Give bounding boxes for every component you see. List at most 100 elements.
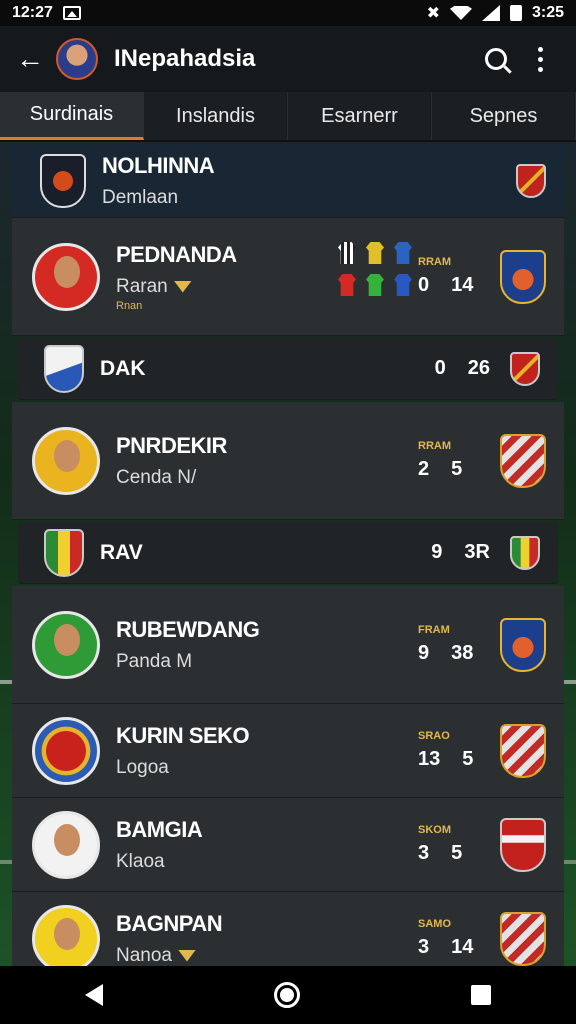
stat-label: RRAM [418, 440, 451, 452]
league-crest-icon [40, 153, 86, 208]
team-crest-icon [500, 249, 546, 304]
player-name: RUBEWDANG [116, 616, 260, 642]
player-sub: Panda M [116, 650, 193, 672]
player-name: PNRDEKIR [116, 432, 227, 458]
stat-value-2: 5 [451, 842, 463, 864]
stat-value-2: 26 [467, 357, 490, 379]
team-crest-icon [44, 344, 84, 393]
player-sub: Logoa [116, 756, 169, 778]
player-sub2: Rnan [116, 299, 143, 312]
player-name: BAMGIA [116, 816, 203, 842]
app-bar: ← INepahadsia [0, 26, 576, 92]
avatar [32, 810, 100, 879]
tab-surdinais[interactable]: Surdinais [0, 92, 144, 140]
more-vert-icon [537, 46, 543, 72]
status-bar: 12:27 ✖ 3:25 [0, 0, 576, 26]
team-crest-icon [500, 723, 546, 778]
search-button[interactable] [474, 37, 518, 81]
avatar [32, 242, 100, 311]
nav-recents-icon[interactable] [470, 985, 491, 1005]
kit-green-icon [366, 274, 384, 296]
tab-bar: Surdinais Inslandis Esarnerr Sepnes [0, 92, 576, 142]
stat-value-2: 14 [451, 274, 474, 296]
team-crest-icon [44, 528, 84, 577]
stat-value-2: 5 [451, 458, 463, 480]
status-time: 12:27 [12, 4, 53, 21]
list-item[interactable]: BAMGIA Klaoa SKOM 35 [12, 798, 564, 892]
player-sub: Cenda N/ [116, 466, 197, 488]
kit-red-icon [338, 274, 356, 296]
stat-value-1: 0 [418, 274, 430, 296]
list-item[interactable]: RAV 9 3R [18, 522, 558, 584]
kit-yellow-icon [366, 242, 384, 264]
back-button[interactable]: ← [14, 43, 46, 75]
search-icon [485, 48, 507, 70]
battery-icon [509, 5, 522, 21]
rank-chevron-icon [178, 949, 196, 962]
list-item[interactable]: DAK 0 26 [18, 338, 558, 400]
tab-esarnerr[interactable]: Esarnerr [288, 92, 432, 140]
league-sub: Demlaan [102, 186, 179, 208]
avatar [32, 904, 100, 966]
kit-blue-icon [394, 274, 412, 296]
standings-list: NOLHINNA Demlaan PEDNANDA Raran Rnan RRA… [12, 144, 564, 966]
rank-chevron-icon [173, 280, 192, 293]
kits-group [338, 242, 414, 296]
kit-blue-icon [394, 242, 412, 264]
team-name: DAK [100, 356, 146, 380]
stat-value-2: 5 [462, 748, 474, 770]
team-crest-icon [500, 817, 546, 872]
list-item[interactable]: BAGNPAN Nanoa SAMO 3 14 [12, 892, 564, 966]
team-crest-icon [500, 433, 546, 488]
team-flag-icon [510, 535, 540, 570]
stat-label: SRAO [418, 730, 450, 742]
stat-label: RRAM [418, 256, 451, 268]
stat-label: FRAM [418, 624, 450, 636]
list-item[interactable]: RUBEWDANG Panda M FRAM 9 38 [12, 586, 564, 704]
stat-value-2: 3R [464, 541, 490, 563]
player-name: KURIN SEKO [116, 722, 250, 748]
league-name: NOLHINNA [102, 152, 215, 178]
stat-value-1: 9 [431, 541, 443, 563]
avatar [32, 426, 100, 495]
list-item[interactable]: PEDNANDA Raran Rnan RRAM 0 14 [12, 218, 564, 336]
tools-icon: ✖ [426, 5, 440, 22]
wifi-icon [449, 6, 472, 20]
team-crest-icon [500, 617, 546, 672]
stat-value-1: 13 [418, 748, 441, 770]
nav-back-icon[interactable] [85, 984, 104, 1006]
more-options-button[interactable] [518, 37, 562, 81]
league-header-row[interactable]: NOLHINNA Demlaan [12, 144, 564, 218]
nav-home-icon[interactable] [273, 982, 300, 1008]
list-item[interactable]: KURIN SEKO Logoa SRAO 13 5 [12, 704, 564, 798]
team-crest-icon [500, 911, 546, 966]
back-arrow-icon: ← [16, 43, 44, 74]
stat-value-1: 9 [418, 642, 430, 664]
league-flag-icon [516, 163, 546, 198]
stat-value-2: 38 [451, 642, 474, 664]
player-name: BAGNPAN [116, 910, 223, 936]
stat-value-1: 3 [418, 842, 430, 864]
stat-value-2: 14 [451, 936, 474, 958]
stat-label: SAMO [418, 918, 451, 930]
stat-value-1: 3 [418, 936, 430, 958]
team-name: RAV [100, 540, 143, 564]
stat-label: SKOM [418, 824, 451, 836]
player-sub: Raran [116, 275, 168, 297]
player-sub: Klaoa [116, 850, 165, 872]
page-title: INepahadsia [114, 45, 256, 72]
club-badge-avatar [32, 716, 100, 785]
profile-avatar[interactable] [56, 38, 98, 80]
tab-sepnes[interactable]: Sepnes [432, 92, 576, 140]
signal-icon [481, 5, 500, 21]
team-flag-icon [510, 351, 540, 386]
image-notification-icon [62, 6, 81, 20]
list-item[interactable]: PNRDEKIR Cenda N/ RRAM 25 [12, 402, 564, 520]
tab-inslandis[interactable]: Inslandis [144, 92, 288, 140]
stat-value-1: 0 [434, 357, 446, 379]
status-right-time: 3:25 [531, 4, 564, 21]
system-nav-bar [0, 966, 576, 1024]
kit-striped-icon [338, 242, 356, 264]
avatar [32, 610, 100, 679]
player-sub: Nanoa [116, 944, 172, 966]
